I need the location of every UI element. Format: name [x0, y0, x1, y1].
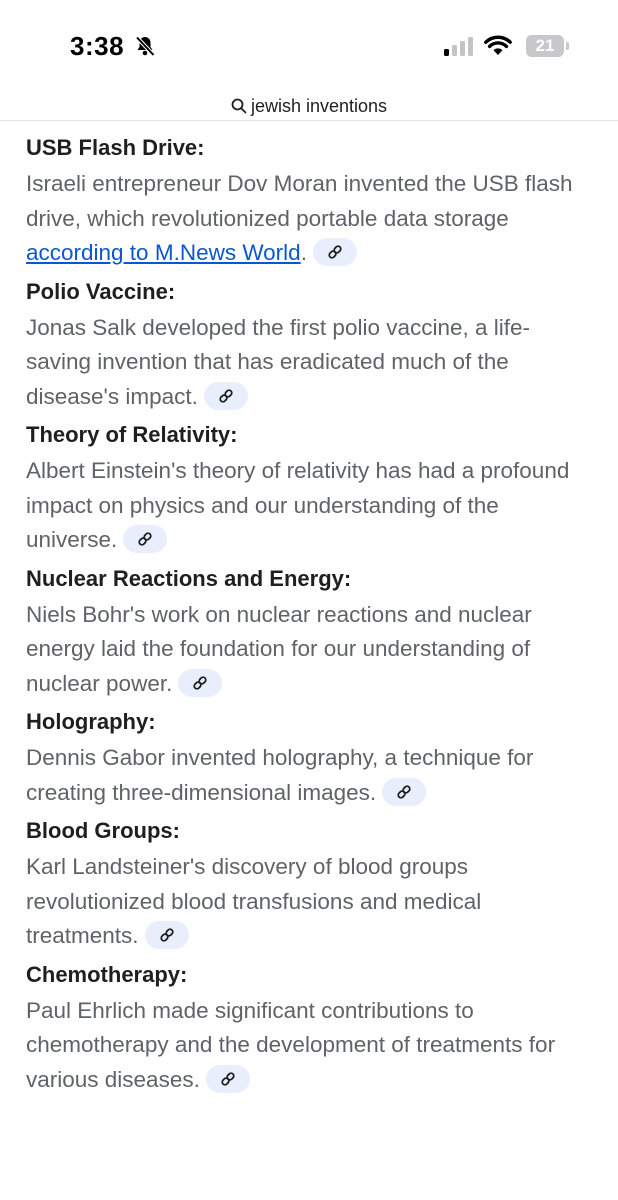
search-query: jewish inventions — [250, 95, 388, 116]
link-chip-button[interactable] — [205, 1064, 250, 1093]
link-icon — [397, 784, 411, 799]
list-item: Nuclear Reactions and Energy: Niels Bohr… — [26, 564, 592, 702]
results-list: USB Flash Drive: Israeli entrepreneur Do… — [0, 121, 618, 1097]
item-body: Karl Landsteiner's discovery of blood gr… — [26, 850, 592, 954]
link-icon — [221, 1071, 235, 1086]
item-body: Paul Ehrlich made significant contributi… — [26, 994, 592, 1098]
link-icon — [193, 675, 207, 690]
link-chip-button[interactable] — [382, 777, 427, 806]
bell-slash-icon — [135, 36, 155, 57]
item-body: Dennis Gabor invented holography, a tech… — [26, 741, 592, 810]
list-item: Chemotherapy: Paul Ehrlich made signific… — [26, 960, 592, 1098]
item-body: Israeli entrepreneur Dov Moran invented … — [26, 167, 592, 271]
link-chip-button[interactable] — [178, 668, 223, 697]
item-body-tail: . — [300, 240, 307, 265]
link-chip-button[interactable] — [312, 238, 357, 267]
item-title: Nuclear Reactions and Energy: — [26, 565, 352, 591]
item-body-text: Paul Ehrlich made significant contributi… — [26, 997, 556, 1092]
item-body-text: Karl Landsteiner's discovery of blood gr… — [26, 854, 482, 948]
status-bar: 3:38 21 — [0, 0, 618, 92]
item-body: Albert Einstein's theory of relativity h… — [26, 454, 592, 558]
wifi-icon — [484, 35, 512, 55]
source-link[interactable]: according to M.News World — [26, 240, 301, 265]
item-title: Theory of Relativity: — [26, 422, 238, 447]
battery-icon: 21 — [526, 35, 564, 57]
list-item: USB Flash Drive: Israeli entrepreneur Do… — [26, 133, 592, 271]
item-title: USB Flash Drive: — [26, 135, 205, 160]
search-bar[interactable]: jewish inventions — [0, 92, 618, 120]
link-icon — [328, 245, 342, 259]
search-icon — [231, 98, 247, 114]
list-item: Polio Vaccine: Jonas Salk developed the … — [26, 277, 592, 415]
battery-tip — [566, 42, 569, 50]
link-chip-button[interactable] — [203, 381, 248, 410]
item-body-text: Niels Bohr's work on nuclear reactions a… — [26, 601, 532, 696]
item-body: Jonas Salk developed the first polio vac… — [26, 311, 592, 415]
item-body-text: Dennis Gabor invented holography, a tech… — [26, 745, 534, 805]
item-body-text: Albert Einstein's theory of relativity h… — [26, 458, 570, 552]
list-item: Holography: Dennis Gabor invented hologr… — [26, 707, 592, 810]
link-chip-button[interactable] — [144, 921, 189, 950]
link-icon — [138, 532, 152, 546]
item-title: Holography: — [26, 709, 156, 734]
item-title: Blood Groups: — [26, 818, 180, 843]
cellular-signal-icon — [444, 37, 473, 56]
list-item: Theory of Relativity: Albert Einstein's … — [26, 420, 592, 558]
battery-percent: 21 — [535, 36, 555, 55]
link-chip-button[interactable] — [123, 525, 168, 554]
status-time: 3:38 — [70, 31, 125, 61]
item-body-text: Jonas Salk developed the first polio vac… — [26, 314, 531, 409]
item-title: Polio Vaccine: — [26, 278, 176, 304]
item-body: Niels Bohr's work on nuclear reactions a… — [26, 598, 592, 702]
list-item: Blood Groups: Karl Landsteiner's discove… — [26, 816, 592, 954]
link-icon — [219, 388, 233, 403]
link-icon — [159, 928, 174, 942]
item-body-text: Israeli entrepreneur Dov Moran invented … — [26, 171, 573, 231]
item-title: Chemotherapy: — [26, 961, 188, 987]
